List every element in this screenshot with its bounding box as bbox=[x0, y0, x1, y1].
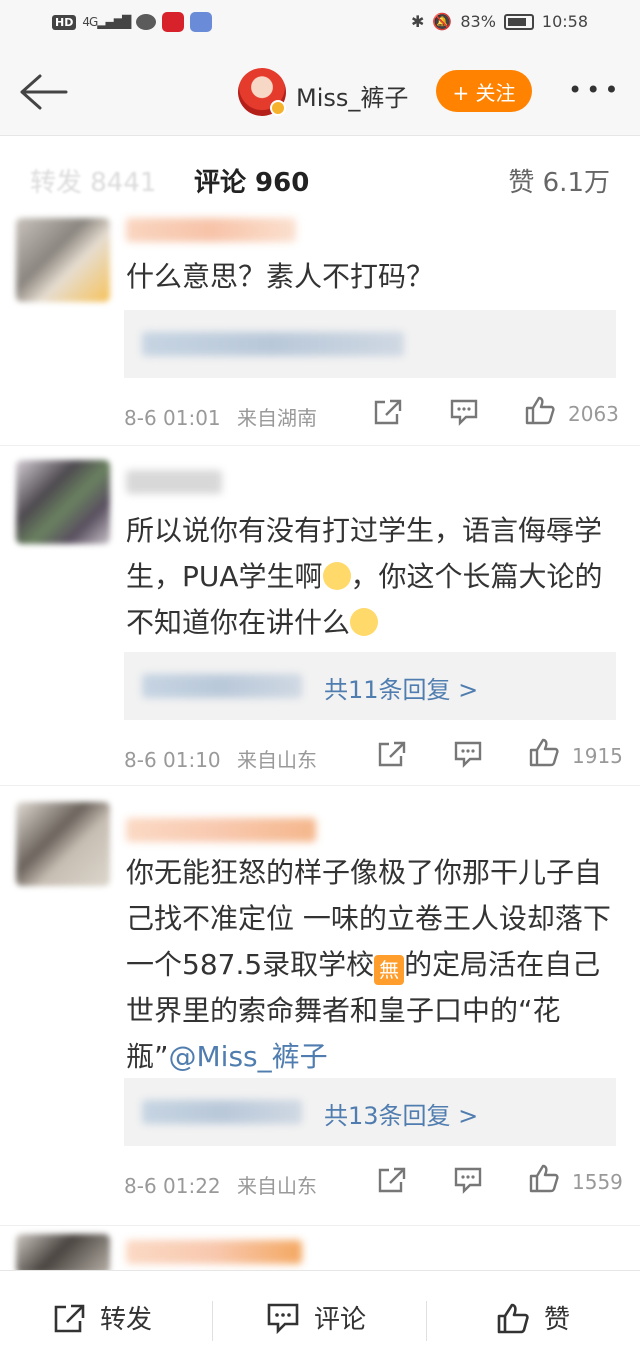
status-right-icons: ✱ 🔕 83% 10:58 bbox=[411, 12, 588, 31]
thumbs-up-icon bbox=[497, 1303, 529, 1333]
reply-button[interactable] bbox=[450, 738, 486, 770]
share-icon bbox=[378, 741, 406, 767]
like-button[interactable] bbox=[522, 394, 558, 426]
share-button[interactable] bbox=[374, 1164, 410, 1196]
comment-button[interactable]: 评论 bbox=[266, 1299, 366, 1336]
commenter-avatar[interactable] bbox=[16, 460, 110, 544]
mute-icon: 🔕 bbox=[432, 12, 453, 31]
hd-indicator: HD bbox=[52, 14, 77, 30]
comment-icon bbox=[454, 1167, 482, 1194]
verified-badge-icon bbox=[270, 100, 286, 116]
comment-item bbox=[0, 1226, 640, 1274]
music-icon bbox=[190, 12, 213, 32]
thumbs-up-icon bbox=[525, 396, 555, 425]
share-icon bbox=[54, 1304, 85, 1332]
app-notification-icon bbox=[162, 12, 185, 32]
reply-preview-blurred bbox=[142, 332, 404, 356]
share-button[interactable] bbox=[370, 396, 406, 428]
commenter-name[interactable] bbox=[126, 218, 296, 242]
bluetooth-icon: ✱ bbox=[411, 12, 425, 31]
commenter-avatar[interactable] bbox=[16, 218, 110, 302]
divider bbox=[212, 1301, 213, 1341]
like-count: 2063 bbox=[568, 402, 619, 426]
tab-like[interactable]: 赞 6.1万 bbox=[508, 162, 610, 199]
like-button[interactable] bbox=[526, 736, 562, 768]
like-button[interactable] bbox=[526, 1162, 562, 1194]
like-count: 1559 bbox=[572, 1170, 623, 1194]
commenter-avatar[interactable] bbox=[16, 1234, 110, 1274]
repost-label: 转发 bbox=[100, 1305, 153, 1335]
comment-item: 所以说你有没有打过学生，语言侮辱学生，PUA学生啊 ，你这个长篇大论的不知道你在讲… bbox=[0, 446, 640, 786]
tab-comment[interactable]: 评论 960 bbox=[194, 162, 309, 199]
comment-time: 8-6 01:10 bbox=[124, 748, 221, 772]
back-button[interactable] bbox=[16, 66, 70, 118]
comment-time: 8-6 01:01 bbox=[124, 406, 221, 430]
like-count: 1915 bbox=[572, 744, 623, 768]
user-name[interactable]: Miss_裤子 bbox=[296, 78, 408, 113]
reply-preview[interactable]: 共11条回复 > bbox=[124, 652, 616, 720]
reply-preview[interactable]: 共13条回复 > bbox=[124, 1078, 616, 1146]
thinking-emoji-icon bbox=[322, 562, 351, 590]
divider bbox=[426, 1301, 427, 1341]
reply-button[interactable] bbox=[446, 396, 482, 428]
share-icon bbox=[374, 399, 402, 425]
share-button[interactable] bbox=[374, 738, 410, 770]
commenter-avatar[interactable] bbox=[16, 802, 110, 886]
comment-time: 8-6 01:22 bbox=[124, 1174, 221, 1198]
mention-link[interactable]: @Miss_裤子 bbox=[169, 1040, 328, 1073]
comment-meta: 8-6 01:10 来自山东 bbox=[124, 744, 317, 773]
battery-percent: 83% bbox=[460, 12, 496, 31]
commenter-name[interactable] bbox=[126, 470, 222, 494]
comment-text: 什么意思？素人不打码？ bbox=[126, 260, 435, 293]
comment-text: 你无能狂怒的样子像极了你那干儿子自己找不准定位 一味的立卷王人设却落下一个587… bbox=[126, 850, 626, 1080]
follow-button[interactable]: + 关注 bbox=[436, 70, 532, 112]
battery-icon bbox=[503, 13, 534, 30]
view-replies-link[interactable]: 共11条回复 > bbox=[324, 670, 478, 705]
comment-label: 评论 bbox=[314, 1305, 367, 1335]
back-arrow-icon bbox=[20, 74, 68, 110]
share-icon bbox=[378, 1167, 406, 1193]
comment-icon bbox=[267, 1303, 299, 1334]
comment-icon bbox=[454, 741, 482, 768]
clock: 10:58 bbox=[541, 12, 588, 31]
comment-icon bbox=[450, 399, 478, 426]
wechat-icon bbox=[136, 14, 157, 30]
comment-location: 来自山东 bbox=[237, 748, 318, 772]
tab-bar: 转发 8441 评论 960 赞 6.1万 bbox=[0, 136, 640, 206]
comment-item: 什么意思？素人不打码？ 8-6 01:01 来自湖南 2063 bbox=[0, 206, 640, 446]
reply-preview-blurred bbox=[142, 674, 302, 698]
view-replies-link[interactable]: 共13条回复 > bbox=[324, 1096, 478, 1131]
status-left-icons: HD 4G▂▄▆█ bbox=[52, 12, 213, 32]
like-label: 赞 bbox=[544, 1305, 571, 1335]
comment-text: 所以说你有没有打过学生，语言侮辱学生，PUA学生啊 ，你这个长篇大论的不知道你在讲… bbox=[126, 508, 626, 646]
thinking-emoji-icon bbox=[350, 608, 379, 636]
commenter-name[interactable] bbox=[126, 818, 316, 842]
commenter-name[interactable] bbox=[126, 1240, 302, 1264]
like-button[interactable]: 赞 bbox=[496, 1299, 570, 1336]
bottom-action-bar: 转发 评论 赞 bbox=[0, 1270, 640, 1370]
comment-item: 你无能狂怒的样子像极了你那干儿子自己找不准定位 一味的立卷王人设却落下一个587… bbox=[0, 786, 640, 1226]
status-bar: HD 4G▂▄▆█ ✱ 🔕 83% 10:58 bbox=[0, 0, 640, 48]
tab-repost[interactable]: 转发 8441 bbox=[30, 162, 156, 199]
comment-meta: 8-6 01:22 来自山东 bbox=[124, 1170, 317, 1199]
comment-location: 来自山东 bbox=[237, 1174, 318, 1198]
signal-icon: 4G▂▄▆█ bbox=[82, 15, 131, 29]
reply-preview[interactable] bbox=[124, 310, 616, 378]
thumbs-up-icon bbox=[529, 738, 559, 767]
more-options-icon[interactable]: ••• bbox=[568, 76, 622, 104]
comment-meta: 8-6 01:01 来自湖南 bbox=[124, 402, 317, 431]
wu-emoji-icon: 無 bbox=[374, 955, 405, 985]
reply-preview-blurred bbox=[142, 1100, 302, 1124]
comment-location: 来自湖南 bbox=[237, 406, 318, 430]
reply-button[interactable] bbox=[450, 1164, 486, 1196]
thumbs-up-icon bbox=[529, 1164, 559, 1193]
repost-button[interactable]: 转发 bbox=[52, 1299, 152, 1336]
top-nav: Miss_裤子 + 关注 ••• bbox=[0, 48, 640, 136]
signal-label: 4G bbox=[82, 15, 98, 29]
